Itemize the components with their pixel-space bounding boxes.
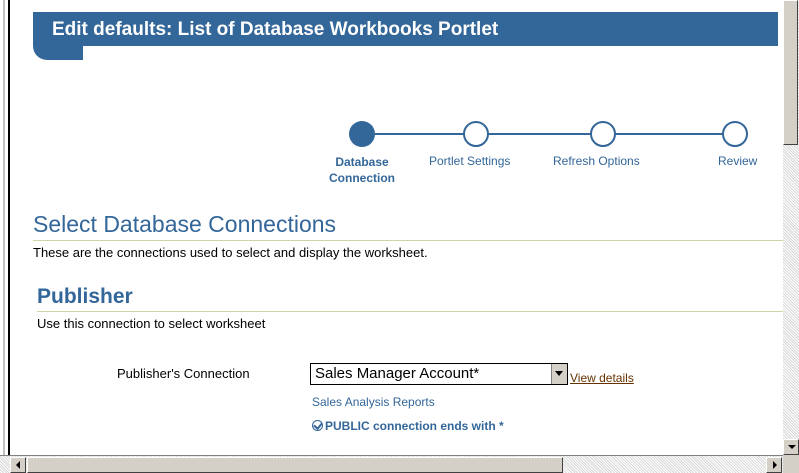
scroll-left-arrow-icon[interactable] (10, 457, 26, 473)
train-step-refresh-options-label[interactable]: Refresh Options (553, 154, 640, 168)
publisher-divider (37, 311, 783, 312)
section-title: Select Database Connections (33, 211, 337, 237)
publisher-description: Use this connection to select worksheet (37, 316, 266, 331)
train-step-connection-line2: Connection (329, 171, 395, 185)
train-step-database-line1: Database (335, 155, 389, 169)
page-title: Edit defaults: List of Database Workbook… (52, 19, 499, 40)
train-step-database-connection-label: Database Connection (322, 154, 402, 186)
public-connection-note-text: PUBLIC connection ends with * (325, 419, 504, 433)
publisher-heading: Publisher (37, 285, 133, 308)
scroll-down-arrow-icon[interactable] (783, 439, 799, 455)
page-header-curve (83, 46, 778, 60)
chevron-down-icon[interactable] (551, 364, 567, 384)
vertical-scroll-thumb[interactable] (783, 0, 798, 145)
publisher-connection-value: Sales Manager Account* (315, 365, 480, 382)
connection-subtext: Sales Analysis Reports (312, 395, 435, 409)
train-step-portlet-settings-label[interactable]: Portlet Settings (429, 154, 510, 168)
scroll-right-arrow-icon[interactable] (766, 457, 782, 473)
section-description: These are the connections used to select… (33, 245, 428, 260)
train-step-database-connection-icon (349, 121, 375, 147)
train-step-review-icon[interactable] (722, 121, 748, 147)
train-connector-line (375, 133, 730, 135)
train-step-review-label[interactable]: Review (718, 154, 757, 168)
scrollbar-corner (783, 455, 799, 473)
publisher-connection-select[interactable]: Sales Manager Account* (310, 363, 568, 385)
page-header-tab (33, 46, 83, 60)
train-step-portlet-settings-icon[interactable] (463, 121, 489, 147)
horizontal-scrollbar[interactable] (0, 455, 799, 473)
section-divider (33, 240, 783, 241)
publisher-connection-label: Publisher's Connection (117, 366, 250, 381)
view-details-link[interactable]: View details (570, 371, 634, 385)
public-connection-note: PUBLIC connection ends with * (312, 419, 504, 433)
horizontal-scroll-thumb[interactable] (27, 457, 563, 473)
left-frame-border (0, 0, 10, 455)
vertical-scrollbar[interactable] (783, 0, 799, 455)
train-step-refresh-options-icon[interactable] (590, 121, 616, 147)
check-circle-icon (312, 420, 323, 431)
